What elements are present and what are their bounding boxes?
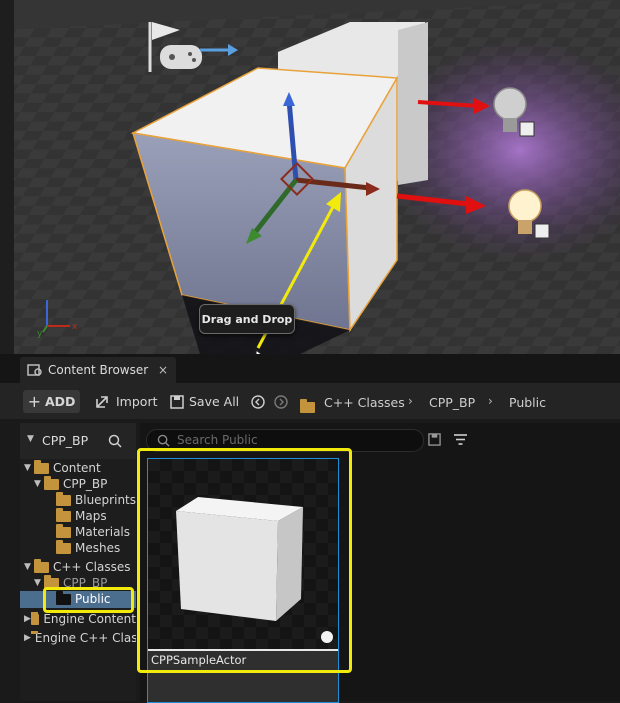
chevron-down-icon[interactable]: ▼ xyxy=(27,434,34,444)
save-all-button[interactable]: Save All xyxy=(170,390,239,413)
asset-highlight xyxy=(137,448,352,673)
import-button[interactable]: Import xyxy=(95,390,158,413)
tab-label: Content Browser xyxy=(48,363,149,377)
search-placeholder: Search Public xyxy=(177,433,258,447)
save-search-icon[interactable] xyxy=(428,433,441,446)
import-label: Import xyxy=(116,394,158,409)
search-icon[interactable] xyxy=(108,434,122,448)
tree-item-materials[interactable]: Materials xyxy=(56,523,130,539)
tree-item-blueprints[interactable]: Blueprints xyxy=(56,491,136,507)
chevron-right-icon: › xyxy=(488,394,493,408)
import-icon xyxy=(96,395,108,408)
tree-item-engine-cpp-classes[interactable]: ▶Engine C++ Classes xyxy=(24,631,136,645)
plus-icon: + xyxy=(27,392,41,411)
drag-drop-tooltip: Drag and Drop xyxy=(199,304,295,334)
add-label: ADD xyxy=(44,394,76,409)
tree-item-meshes[interactable]: Meshes xyxy=(56,539,120,555)
forward-icon[interactable] xyxy=(274,395,288,409)
axis-y-label: y xyxy=(37,329,43,339)
content-browser-toolbar: + ADD Import Save All C++ Classes › CPP_… xyxy=(0,383,620,419)
filter-icon[interactable] xyxy=(453,433,468,446)
close-icon[interactable]: × xyxy=(158,363,168,377)
tree-item-maps[interactable]: Maps xyxy=(56,507,107,523)
sources-panel: ▼ CPP_BP ▼ Content ▼ CPP_BP Blueprints Map… xyxy=(20,423,136,701)
panel-tab-bar: Content Browser × xyxy=(0,354,620,383)
tree-item-engine-content[interactable]: ▶ Engine Content xyxy=(24,612,136,626)
tree-item-content[interactable]: ▼ Content xyxy=(24,459,101,475)
content-browser-icon xyxy=(27,364,42,376)
sources-header: ▼ CPP_BP xyxy=(20,423,136,459)
tab-content-browser[interactable]: Content Browser × xyxy=(20,357,176,383)
search-icon xyxy=(157,434,170,447)
level-viewport[interactable]: x y xyxy=(0,0,620,354)
chevron-right-icon: › xyxy=(408,394,413,408)
axis-x-label: x xyxy=(72,322,78,332)
folder-icon xyxy=(300,399,315,413)
sources-title: CPP_BP xyxy=(42,433,89,448)
save-icon xyxy=(170,394,184,409)
add-button[interactable]: + ADD xyxy=(23,390,80,413)
back-icon[interactable] xyxy=(251,395,265,409)
save-label: Save All xyxy=(189,394,240,409)
public-folder-highlight xyxy=(43,587,134,613)
tree-item-cpp-bp[interactable]: ▼ CPP_BP xyxy=(34,475,107,491)
breadcrumb-public[interactable]: Public xyxy=(509,395,546,410)
breadcrumb-cpp-bp[interactable]: CPP_BP xyxy=(429,395,475,410)
tree-item-cpp-classes[interactable]: ▼ C++ Classes xyxy=(24,558,131,574)
breadcrumb-cpp-classes[interactable]: C++ Classes xyxy=(324,395,405,410)
